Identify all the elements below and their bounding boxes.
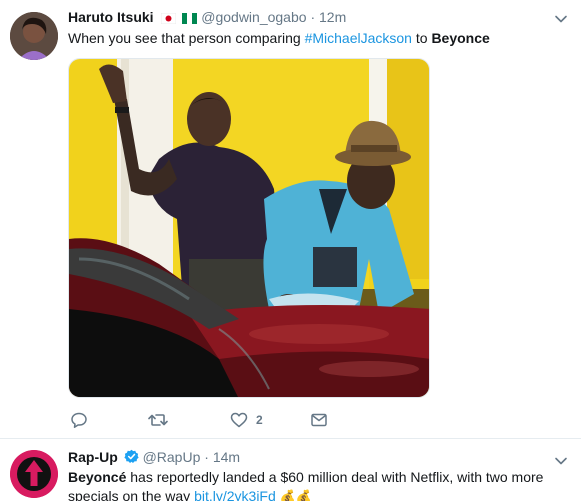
japan-flag-icon: [161, 10, 177, 28]
message-icon: [310, 411, 328, 429]
separator-dot: ·: [204, 449, 209, 465]
avatar-image: [10, 12, 58, 60]
tweet-text-bold: Beyoncé: [68, 469, 127, 485]
author-name[interactable]: Rap-Up: [68, 449, 118, 465]
tweet[interactable]: Rap-Up @RapUp · 14m Beyoncé has reported…: [0, 438, 581, 501]
like-count: 2: [256, 413, 263, 427]
direct-message-button[interactable]: [310, 408, 328, 432]
timestamp[interactable]: 12m: [319, 9, 346, 25]
author-name[interactable]: Haruto Itsuki: [68, 9, 154, 25]
tweet-text-middle: to: [411, 30, 432, 46]
rapup-logo-icon: [10, 450, 58, 498]
tweet[interactable]: Haruto Itsuki @godwin_ogabo · 12m When y…: [0, 0, 581, 438]
verified-icon: [124, 449, 139, 468]
caret-down-icon[interactable]: [553, 453, 569, 469]
tweet-header: Rap-Up @RapUp · 14m: [68, 448, 240, 468]
money-bag-emoji: 💰💰: [279, 489, 313, 501]
tweet-link[interactable]: bit.ly/2yk3iFd: [194, 488, 276, 501]
avatar[interactable]: [10, 450, 58, 498]
photo-image: [69, 59, 429, 397]
author-handle[interactable]: @godwin_ogabo: [201, 9, 306, 25]
tweet-actions: 2: [68, 408, 468, 432]
separator-dot: ·: [310, 9, 316, 25]
tweet-text-prefix: When you see that person comparing: [68, 30, 305, 46]
like-button[interactable]: 2: [230, 408, 263, 432]
nigeria-flag-icon: [182, 10, 198, 28]
tweet-text-bold: Beyonce: [431, 30, 490, 46]
hashtag-link[interactable]: #MichaelJackson: [305, 30, 412, 46]
like-icon: [230, 411, 248, 429]
reply-icon: [70, 411, 88, 429]
tweet-photo[interactable]: [68, 58, 430, 398]
retweet-button[interactable]: [148, 408, 168, 432]
avatar[interactable]: [10, 12, 58, 60]
tweet-text: Beyoncé has reportedly landed a $60 mill…: [68, 468, 568, 501]
reply-button[interactable]: [70, 408, 88, 432]
author-handle[interactable]: @RapUp: [143, 449, 201, 465]
tweet-text: When you see that person comparing #Mich…: [68, 29, 568, 48]
tweet-header: Haruto Itsuki @godwin_ogabo · 12m: [68, 8, 346, 28]
timestamp[interactable]: 14m: [213, 449, 240, 465]
retweet-icon: [148, 411, 168, 429]
caret-down-icon[interactable]: [553, 11, 569, 27]
